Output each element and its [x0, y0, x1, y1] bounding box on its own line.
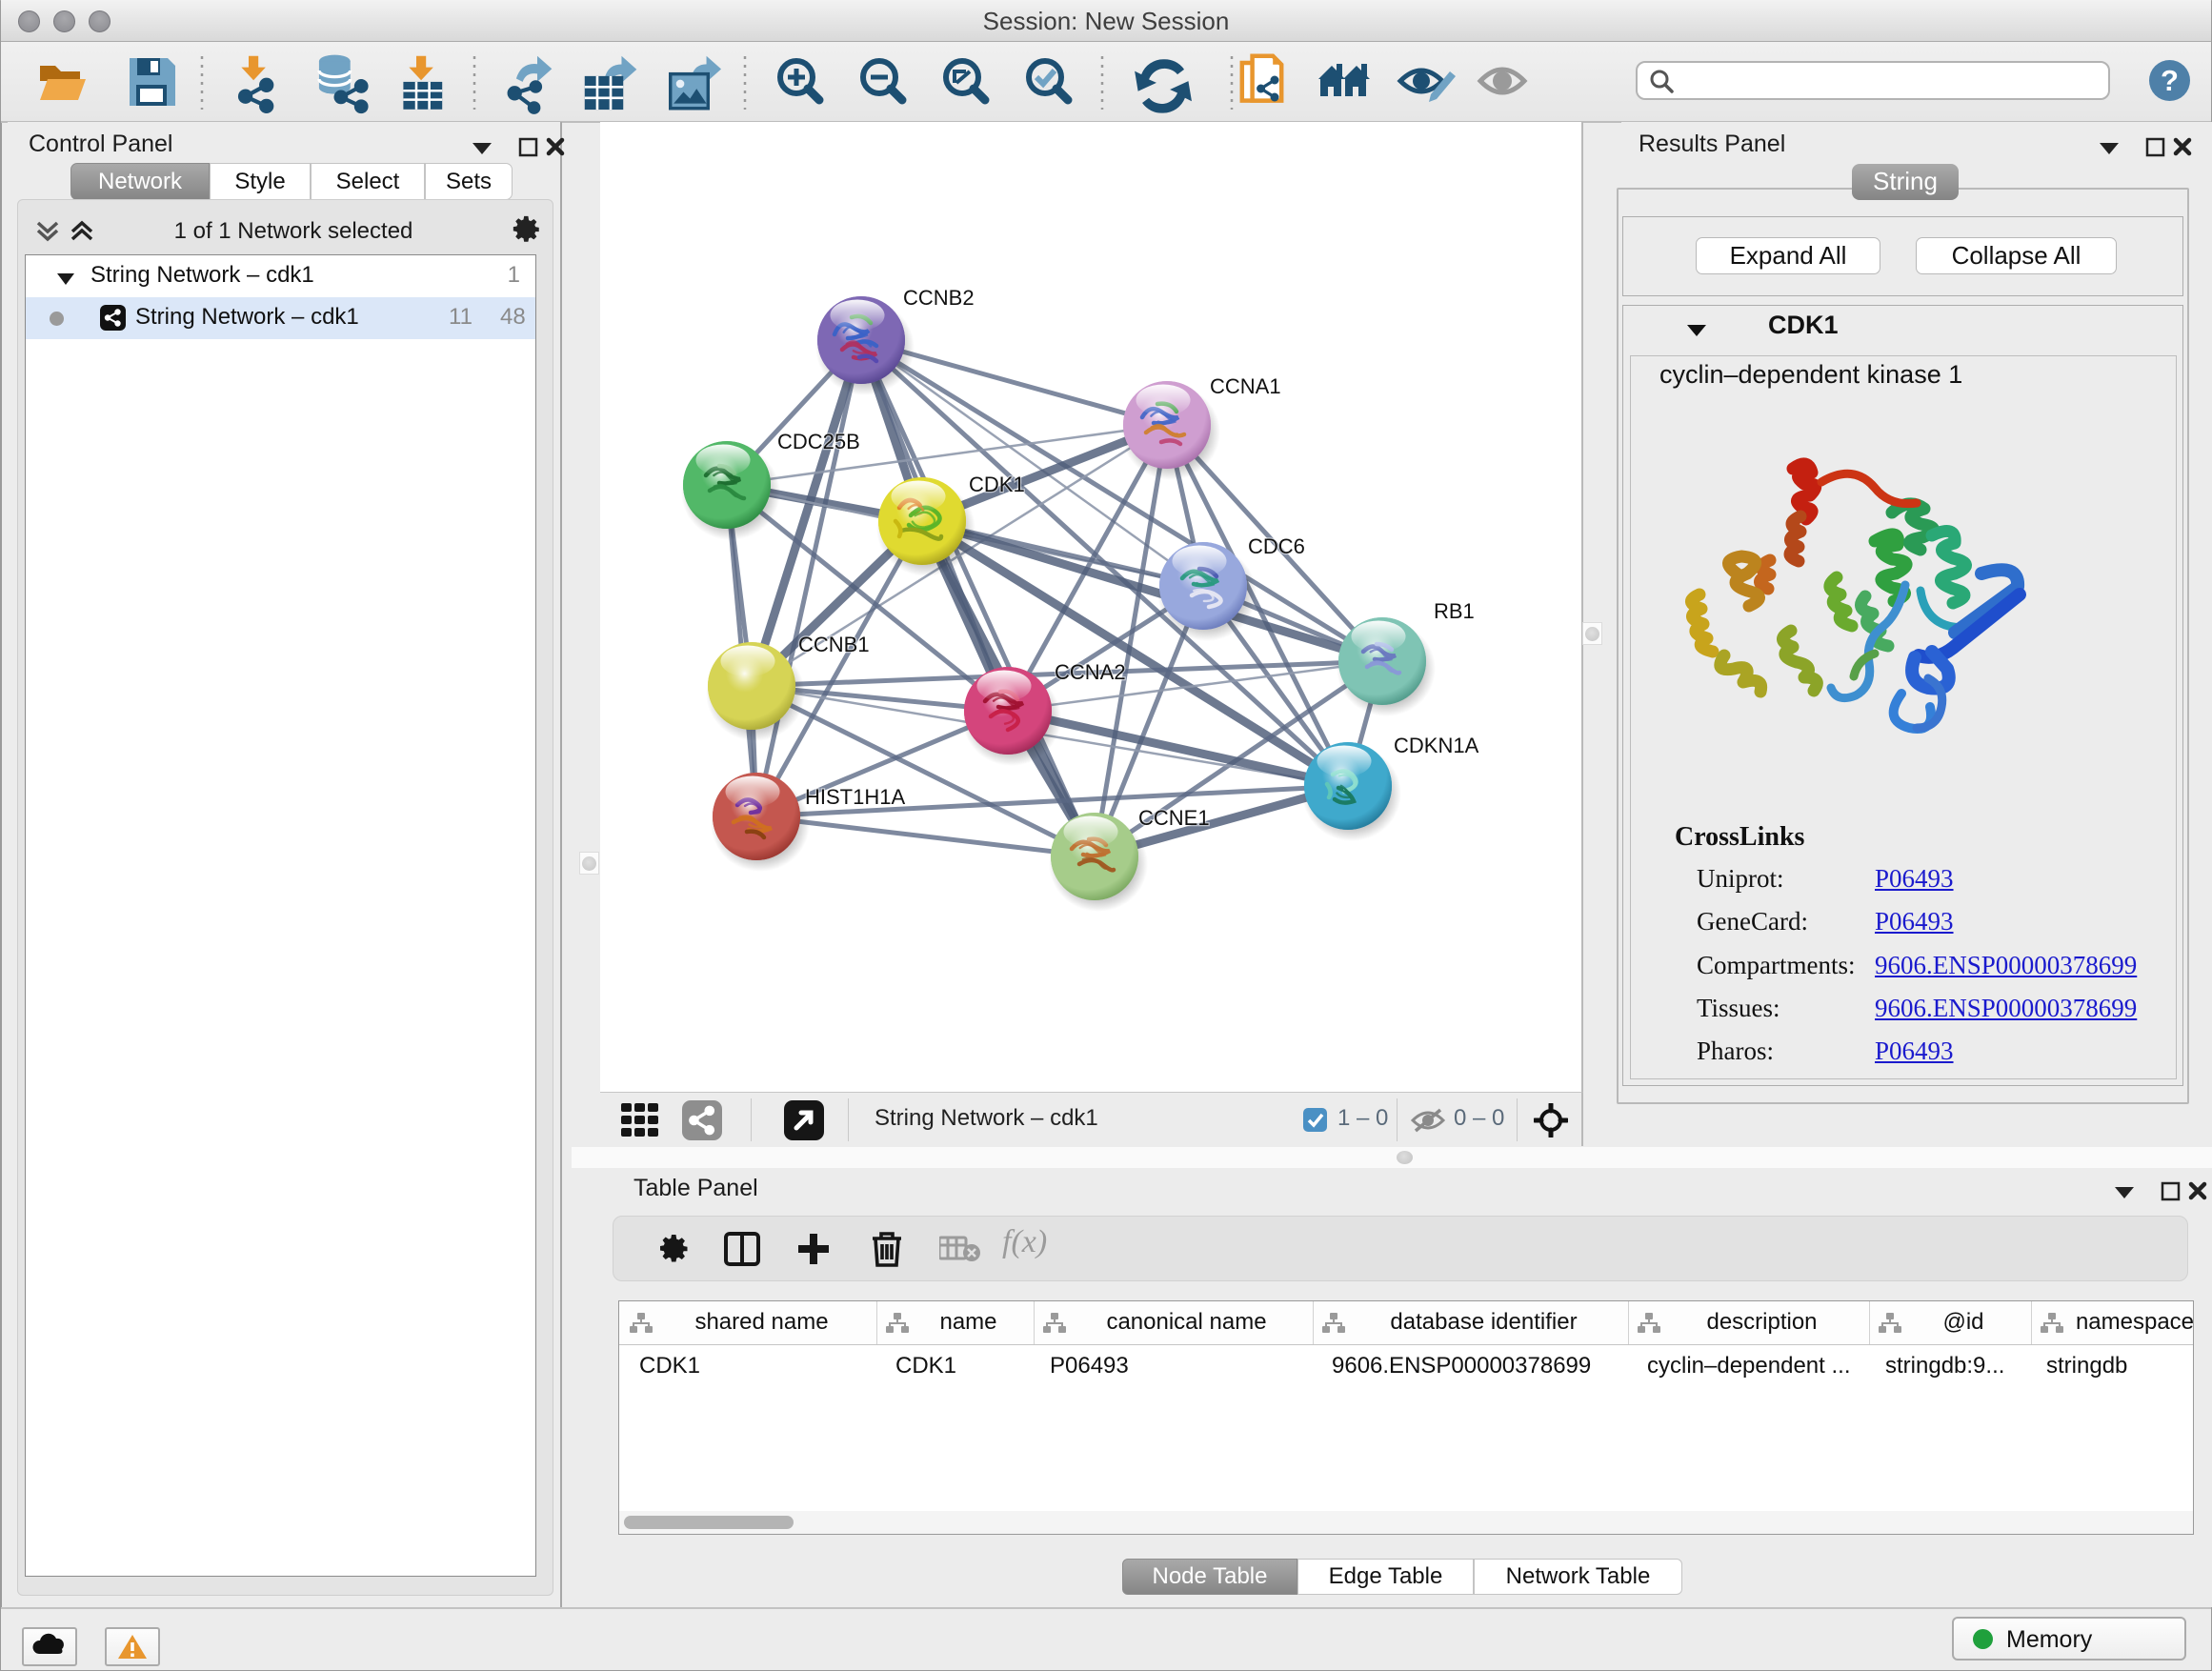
svg-text:CCNE1: CCNE1: [1138, 806, 1210, 830]
svg-text:CCNB1: CCNB1: [798, 633, 870, 656]
svg-text:HIST1H1A: HIST1H1A: [805, 785, 905, 809]
svg-text:CCNB2: CCNB2: [903, 286, 975, 310]
svg-text:CCNA2: CCNA2: [1055, 660, 1126, 684]
svg-text:CCNA1: CCNA1: [1210, 374, 1281, 398]
svg-text:CDKN1A: CDKN1A: [1394, 734, 1479, 757]
svg-text:CDK1: CDK1: [969, 473, 1025, 496]
svg-text:RB1: RB1: [1434, 599, 1475, 623]
svg-text:CDC25B: CDC25B: [777, 430, 860, 453]
svg-text:CDC6: CDC6: [1248, 534, 1305, 558]
